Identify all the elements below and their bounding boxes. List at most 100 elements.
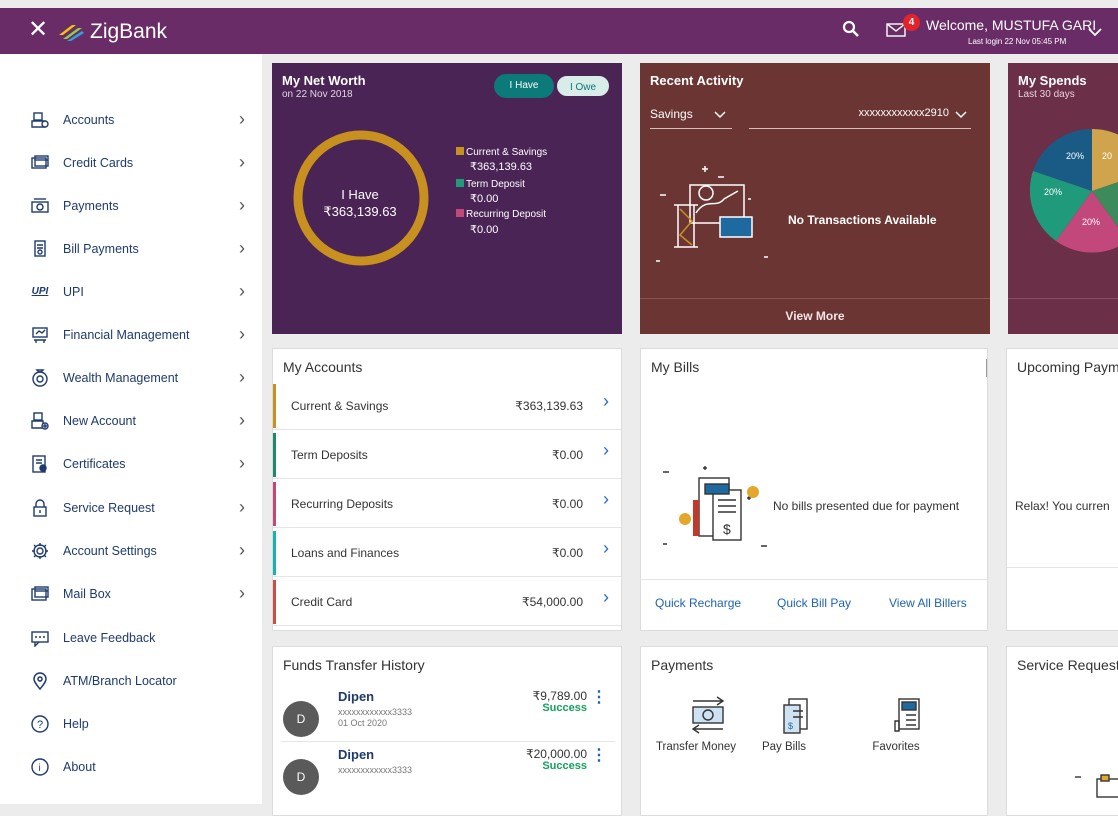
close-menu-button[interactable]: ✕: [28, 17, 48, 43]
chevron-right-icon: ›: [239, 583, 245, 603]
transfer-money-button[interactable]: Transfer Money: [651, 695, 741, 753]
legend-swatch: [456, 147, 464, 155]
sidebar-item-leave-feedback[interactable]: Leave Feedback: [0, 616, 262, 659]
transfer-date: 01 Oct 2020: [338, 718, 388, 728]
account-amount: ₹54,000.00: [521, 595, 583, 609]
legend-label: Term Deposit: [466, 179, 525, 190]
funds-transfer-history-card: Funds Transfer History D Dipen xxxxxxxxxxx…: [272, 646, 622, 816]
service-request-title: Service Request: [1017, 657, 1118, 673]
account-row[interactable]: Loans and Finances ₹0.00 ›: [273, 530, 621, 577]
my-spends-card: My Spends Last 30 days 20% 20 20% 20%: [1008, 63, 1118, 334]
legend-swatch: [456, 209, 464, 217]
sidebar-item-wealth-management[interactable]: Wealth Management ›: [0, 356, 262, 399]
i-have-toggle[interactable]: I Have: [494, 74, 554, 98]
sidebar-item-account-settings[interactable]: Account Settings ›: [0, 529, 262, 572]
quick-recharge-link[interactable]: Quick Recharge: [655, 596, 741, 610]
transfer-status: Success: [542, 760, 587, 772]
account-name: Recurring Deposits: [291, 497, 394, 511]
view-more-link[interactable]: View More: [640, 298, 990, 334]
zigbank-logo-icon: [59, 25, 84, 41]
account-color-bar: [273, 433, 276, 477]
svg-text:$: $: [723, 521, 731, 537]
transfer-row[interactable]: D Dipen xxxxxxxxxxxx3333 01 Oct 2020 ₹9,789.…: [281, 687, 615, 742]
search-icon[interactable]: [842, 20, 860, 43]
chevron-right-icon[interactable]: ›: [603, 538, 609, 559]
chevron-down-icon[interactable]: [1088, 24, 1102, 42]
divider: [1007, 567, 1118, 568]
recent-activity-card: Recent Activity Savings xxxxxxxxxxxx2910…: [640, 63, 990, 334]
chevron-right-icon[interactable]: ›: [603, 489, 609, 510]
sidebar-item-bill-payments[interactable]: Bill Payments ›: [0, 227, 262, 270]
brand-logo[interactable]: ZigBank: [56, 18, 167, 46]
sidebar-item-about[interactable]: i About: [0, 745, 262, 788]
view-all-billers-link[interactable]: View All Billers: [889, 596, 967, 610]
pay-bills-button[interactable]: $ Pay Bills: [739, 695, 829, 753]
sidebar-item-mail-box[interactable]: Mail Box ›: [0, 572, 262, 615]
sidebar-item-financial-management[interactable]: Financial Management ›: [0, 313, 262, 356]
account-amount: ₹0.00: [552, 448, 583, 462]
ring-value: ₹363,139.63: [323, 204, 397, 219]
new-account-icon: [31, 411, 49, 430]
account-row[interactable]: Current & Savings ₹363,139.63 ›: [273, 383, 621, 430]
sidebar-item-upi[interactable]: UPI UPI ›: [0, 270, 262, 313]
legend-recurring-deposit: Recurring Deposit: [456, 209, 546, 220]
account-amount: ₹0.00: [552, 546, 583, 560]
bill-payments-icon: [31, 239, 49, 258]
favorites-button[interactable]: Favorites: [851, 695, 941, 753]
feedback-icon: [31, 629, 49, 647]
payee-account: xxxxxxxxxxxx3333: [338, 707, 413, 717]
favorites-label: Favorites: [872, 741, 920, 753]
chevron-right-icon[interactable]: ›: [603, 391, 609, 412]
more-options-icon[interactable]: ⋮: [591, 745, 607, 765]
account-row[interactable]: Credit Card ₹54,000.00 ›: [273, 579, 621, 626]
account-color-bar: [273, 482, 276, 526]
sidebar-item-service-request[interactable]: Service Request ›: [0, 486, 262, 529]
sidebar-item-payments[interactable]: Payments ›: [0, 184, 262, 227]
payments-title: Payments: [651, 657, 714, 673]
chevron-right-icon[interactable]: ›: [603, 587, 609, 608]
account-row[interactable]: Term Deposits ₹0.00 ›: [273, 432, 621, 479]
account-name: Loans and Finances: [291, 546, 400, 560]
sidebar-item-label: Accounts: [63, 112, 115, 127]
sidebar-item-new-account[interactable]: New Account ›: [0, 399, 262, 442]
info-icon: i: [31, 757, 49, 776]
sidebar-item-help[interactable]: ? Help: [0, 702, 262, 745]
chevron-right-icon[interactable]: ›: [603, 440, 609, 461]
financial-management-icon: [31, 326, 49, 344]
accounts-icon: [31, 111, 49, 129]
sidebar-item-label: Financial Management: [63, 327, 190, 342]
sidebar-item-accounts[interactable]: Accounts ›: [0, 98, 262, 141]
favorites-icon: [894, 698, 920, 732]
service-request-illustration: [1075, 774, 1118, 798]
upcoming-payments-card: Upcoming Payme Relax! You curren: [1006, 348, 1118, 631]
svg-text:$: $: [788, 721, 793, 731]
more-options-icon[interactable]: ⋮: [591, 687, 607, 707]
avatar: D: [283, 701, 319, 737]
upcoming-empty-text: Relax! You curren: [1015, 499, 1110, 513]
account-type-dropdown[interactable]: Savings: [650, 107, 732, 129]
pie-label: 20: [1102, 151, 1112, 161]
my-accounts-title: My Accounts: [283, 359, 363, 375]
legend-label: Current & Savings: [466, 147, 548, 158]
sidebar-item-credit-cards[interactable]: Credit Cards ›: [0, 141, 262, 184]
transfer-row[interactable]: D Dipen xxxxxxxxxxxx3333 ₹20,000.00 Success ⋮: [281, 745, 615, 795]
net-worth-title: My Net Worth: [282, 73, 366, 88]
chevron-right-icon: ›: [239, 109, 245, 129]
mail-count-badge: 4: [903, 14, 920, 31]
sidebar-item-certificates[interactable]: Certificates ›: [0, 442, 262, 485]
brand-name: ZigBank: [90, 20, 168, 43]
i-owe-toggle[interactable]: I Owe: [555, 74, 611, 98]
account-amount: ₹363,139.63: [515, 399, 583, 413]
welcome-text[interactable]: Welcome, MUSTUFA GARI: [926, 17, 1096, 33]
transfer-money-label: Transfer Money: [655, 741, 737, 753]
recent-activity-title: Recent Activity: [650, 73, 744, 88]
account-row[interactable]: Recurring Deposits ₹0.00 ›: [273, 481, 621, 528]
quick-bill-pay-link[interactable]: Quick Bill Pay: [777, 596, 851, 610]
legend-current-savings: Current & Savings: [456, 147, 547, 158]
legend-swatch: [456, 179, 464, 187]
svg-text:?: ?: [37, 719, 43, 731]
account-number-dropdown[interactable]: xxxxxxxxxxxx2910: [749, 107, 971, 129]
payee-account: xxxxxxxxxxxx3333: [338, 765, 413, 775]
sidebar-item-atm-branch-locator[interactable]: ATM/Branch Locator: [0, 659, 262, 702]
spends-pie-chart: 20% 20 20% 20%: [1030, 129, 1118, 253]
